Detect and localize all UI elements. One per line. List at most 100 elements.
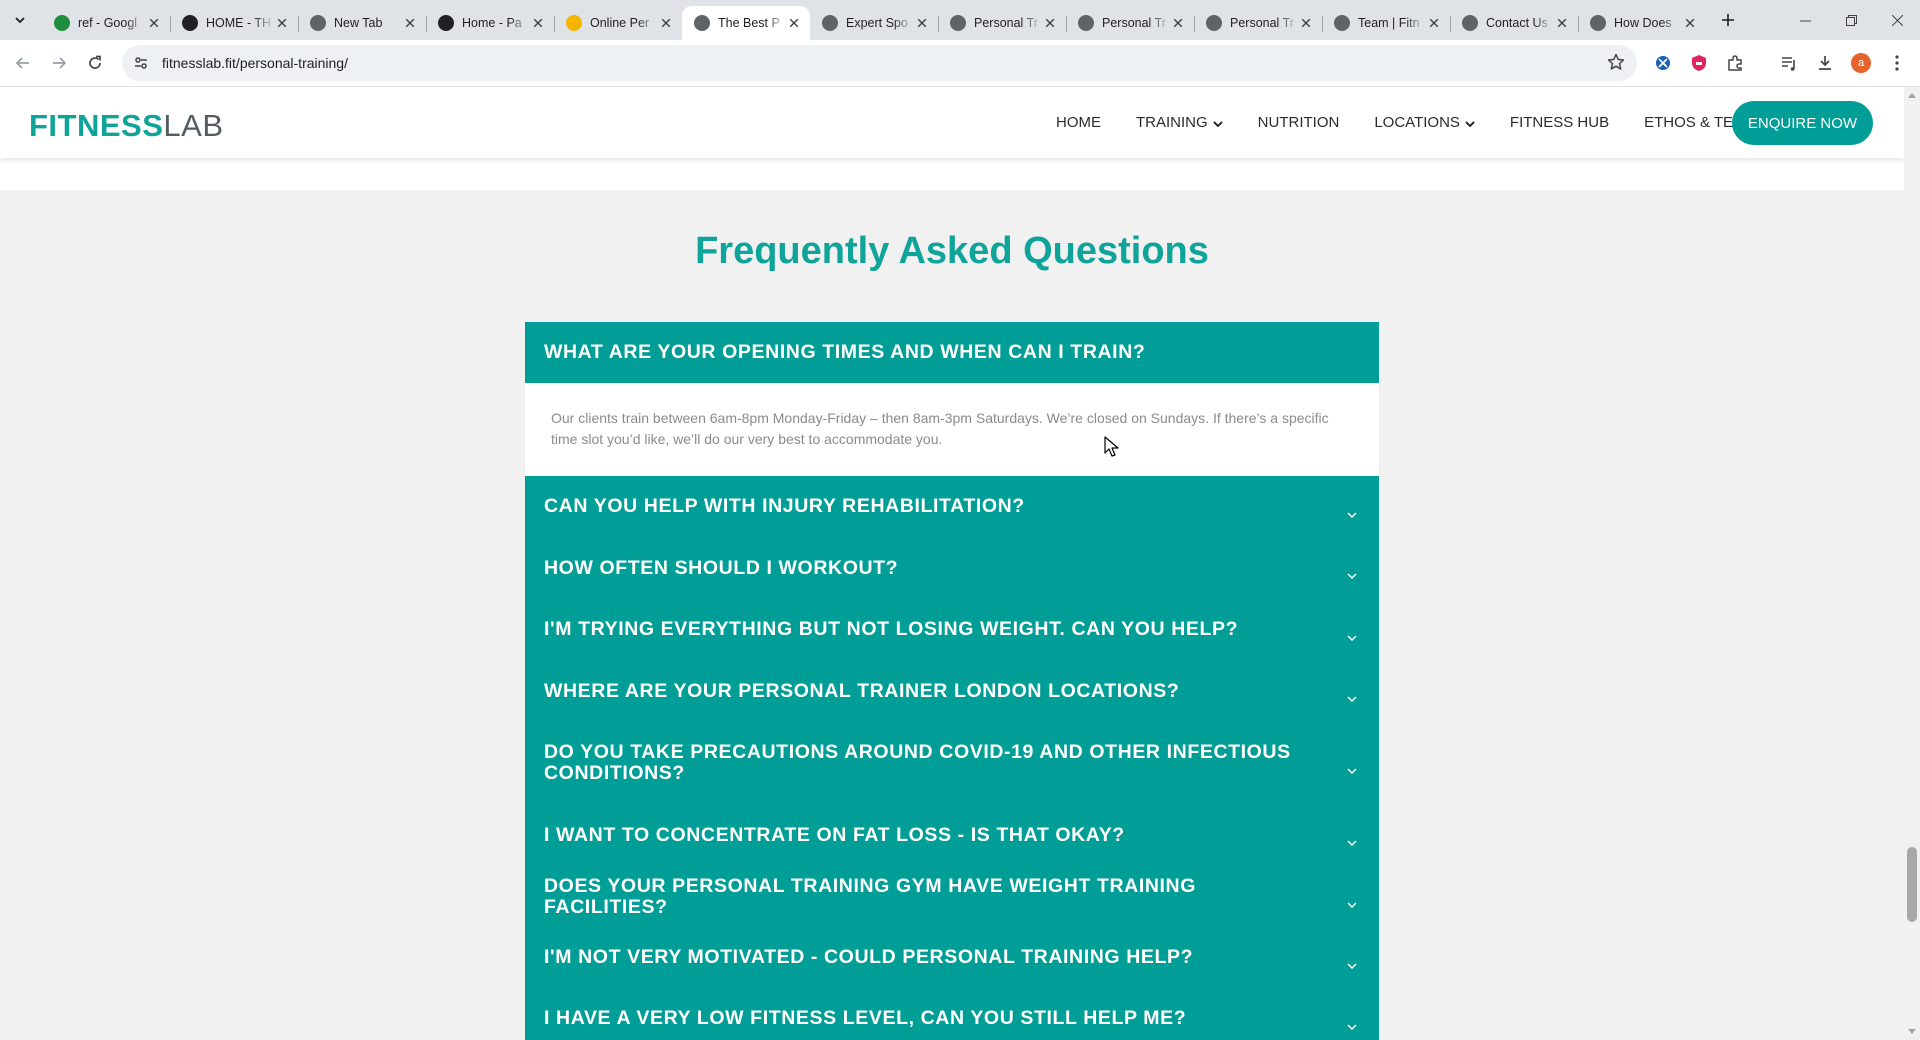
- close-icon: [1891, 14, 1903, 26]
- chevron-down-icon: [1347, 830, 1357, 851]
- reload-button[interactable]: [78, 46, 112, 80]
- faq-question-toggle[interactable]: I WANT TO CONCENTRATE ON FAT LOSS - IS T…: [525, 804, 1379, 866]
- tab-close-icon[interactable]: [914, 15, 930, 31]
- new-tab-button[interactable]: [1714, 6, 1742, 34]
- tab-search-button[interactable]: [6, 6, 34, 34]
- minimize-button[interactable]: [1782, 0, 1828, 40]
- main-navigation: HOME TRAINING NUTRITION LOCATIONS FITNESS HU…: [1056, 87, 1806, 158]
- google-sheets-icon: [54, 15, 70, 31]
- tab-title: Online Per: [590, 16, 650, 30]
- url-text[interactable]: fitnesslab.fit/personal-training/: [162, 55, 348, 71]
- faq-item: I'M NOT VERY MOTIVATED - COULD PERSONAL …: [525, 927, 1379, 988]
- faq-question-toggle[interactable]: I'M NOT VERY MOTIVATED - COULD PERSONAL …: [525, 927, 1379, 988]
- extensions-puzzle-icon[interactable]: [1723, 51, 1747, 75]
- downloads-icon[interactable]: [1813, 51, 1837, 75]
- scroll-down-arrow[interactable]: [1908, 1029, 1916, 1034]
- faq-item: I WANT TO CONCENTRATE ON FAT LOSS - IS T…: [525, 804, 1379, 866]
- browser-tab[interactable]: Home - Pa: [426, 6, 554, 40]
- web-page: FITNESSLAB HOME TRAINING NUTRITION LOCATION…: [0, 87, 1904, 1040]
- media-playlist-icon[interactable]: [1777, 51, 1801, 75]
- fitnesslab-logo[interactable]: FITNESSLAB: [29, 108, 224, 144]
- address-bar[interactable]: fitnesslab.fit/personal-training/: [122, 45, 1637, 81]
- faq-item: CAN YOU HELP WITH INJURY REHABILITATION?: [525, 476, 1379, 537]
- chevron-down-icon: [1347, 758, 1357, 779]
- tab-title: The Best P: [718, 16, 780, 30]
- enquire-now-button[interactable]: ENQUIRE NOW: [1732, 101, 1873, 145]
- nav-item[interactable]: NUTRITION: [1258, 114, 1340, 131]
- bookmark-star-icon[interactable]: [1607, 53, 1625, 71]
- tab-close-icon[interactable]: [786, 15, 802, 31]
- forward-button[interactable]: [42, 46, 76, 80]
- nav-item[interactable]: FITNESS HUB: [1510, 114, 1609, 131]
- browser-tab[interactable]: The Best P: [682, 6, 810, 40]
- browser-tab[interactable]: New Tab: [298, 6, 426, 40]
- tab-close-icon[interactable]: [1554, 15, 1570, 31]
- faq-question-text: WHERE ARE YOUR PERSONAL TRAINER LONDON L…: [544, 679, 1180, 702]
- scroll-up-arrow[interactable]: [1908, 93, 1916, 98]
- browser-tab[interactable]: Personal Tr: [1194, 6, 1322, 40]
- tab-close-icon[interactable]: [658, 15, 674, 31]
- plus-icon: [1722, 14, 1734, 26]
- browser-tab[interactable]: Expert Spo: [810, 6, 938, 40]
- tab-title: ref - Googl: [78, 16, 138, 30]
- faq-question-toggle[interactable]: DOES YOUR PERSONAL TRAINING GYM HAVE WEI…: [525, 866, 1379, 927]
- nav-item-label: FITNESS HUB: [1509, 114, 1610, 131]
- faq-item: DOES YOUR PERSONAL TRAINING GYM HAVE WEI…: [525, 866, 1379, 927]
- tab-close-icon[interactable]: [274, 15, 290, 31]
- faq-answer: Our clients train between 6am-8pm Monday…: [525, 383, 1379, 476]
- nav-item-label: NUTRITION: [1257, 114, 1340, 131]
- tab-close-icon[interactable]: [1426, 15, 1442, 31]
- browser-tab[interactable]: ref - Googl: [42, 6, 170, 40]
- nav-item[interactable]: LOCATIONS: [1374, 114, 1475, 131]
- chevron-down-icon: [1347, 502, 1357, 523]
- faq-question-toggle[interactable]: CAN YOU HELP WITH INJURY REHABILITATION?: [525, 476, 1379, 537]
- tab-close-icon[interactable]: [402, 15, 418, 31]
- browser-tab[interactable]: Contact Us: [1450, 6, 1578, 40]
- scrollbar-thumb[interactable]: [1907, 847, 1917, 922]
- restore-button[interactable]: [1828, 0, 1874, 40]
- faq-question-toggle[interactable]: I'M TRYING EVERYTHING BUT NOT LOSING WEI…: [525, 599, 1379, 660]
- chevron-down-icon: [1347, 892, 1357, 913]
- browser-tab[interactable]: Personal Tr: [1066, 6, 1194, 40]
- faq-item: I'M TRYING EVERYTHING BUT NOT LOSING WEI…: [525, 599, 1379, 660]
- extension-shield-icon[interactable]: [1687, 51, 1711, 75]
- tab-title: New Tab: [334, 16, 383, 30]
- tab-close-icon[interactable]: [1682, 15, 1698, 31]
- fitnesslab-icon: [822, 15, 838, 31]
- faq-question-toggle[interactable]: WHERE ARE YOUR PERSONAL TRAINER LONDON L…: [525, 660, 1379, 722]
- site-info-button[interactable]: [126, 48, 156, 78]
- faq-question-toggle[interactable]: DO YOU TAKE PRECAUTIONS AROUND COVID-19 …: [525, 722, 1379, 804]
- browser-tab[interactable]: Team | Fitn: [1322, 6, 1450, 40]
- tab-title: Contact Us: [1486, 16, 1548, 30]
- faq-question-text: WHAT ARE YOUR OPENING TIMES AND WHEN CAN…: [544, 341, 1146, 363]
- chevron-down-icon: [1347, 625, 1357, 646]
- faq-item: DO YOU TAKE PRECAUTIONS AROUND COVID-19 …: [525, 722, 1379, 804]
- browser-menu-button[interactable]: [1885, 51, 1909, 75]
- browser-tab[interactable]: HOME - TH: [170, 6, 298, 40]
- back-button[interactable]: [6, 46, 40, 80]
- tab-title: Team | Fitn: [1358, 16, 1420, 30]
- faq-question-toggle[interactable]: WHAT ARE YOUR OPENING TIMES AND WHEN CAN…: [525, 322, 1379, 410]
- tab-list: ref - Googl HOME - TH New Tab Home - Pa Onli…: [42, 0, 1706, 40]
- faq-question-toggle[interactable]: HOW OFTEN SHOULD I WORKOUT?: [525, 537, 1379, 599]
- tab-close-icon[interactable]: [530, 15, 546, 31]
- faq-item: I HAVE A VERY LOW FITNESS LEVEL, CAN YOU…: [525, 988, 1379, 1040]
- browser-tab[interactable]: Online Per: [554, 6, 682, 40]
- faq-question-text: I'M NOT VERY MOTIVATED - COULD PERSONAL …: [544, 946, 1194, 968]
- trm-icon: [182, 15, 198, 31]
- tab-close-icon[interactable]: [1170, 15, 1186, 31]
- close-window-button[interactable]: [1874, 0, 1920, 40]
- page-scrollbar[interactable]: [1904, 87, 1920, 1040]
- browser-tab[interactable]: Personal Tr: [938, 6, 1066, 40]
- extension-globe-icon[interactable]: [1651, 51, 1675, 75]
- tab-close-icon[interactable]: [146, 15, 162, 31]
- nav-item[interactable]: HOME: [1056, 114, 1101, 131]
- faq-question-toggle[interactable]: I HAVE A VERY LOW FITNESS LEVEL, CAN YOU…: [525, 988, 1379, 1040]
- profile-avatar[interactable]: a: [1849, 51, 1873, 75]
- tab-close-icon[interactable]: [1298, 15, 1314, 31]
- chevron-down-icon: [1347, 563, 1357, 584]
- nav-item[interactable]: TRAINING: [1136, 114, 1223, 131]
- browser-tab[interactable]: How Does: [1578, 6, 1706, 40]
- browser-toolbar: fitnesslab.fit/personal-training/ a: [0, 40, 1920, 87]
- tab-close-icon[interactable]: [1042, 15, 1058, 31]
